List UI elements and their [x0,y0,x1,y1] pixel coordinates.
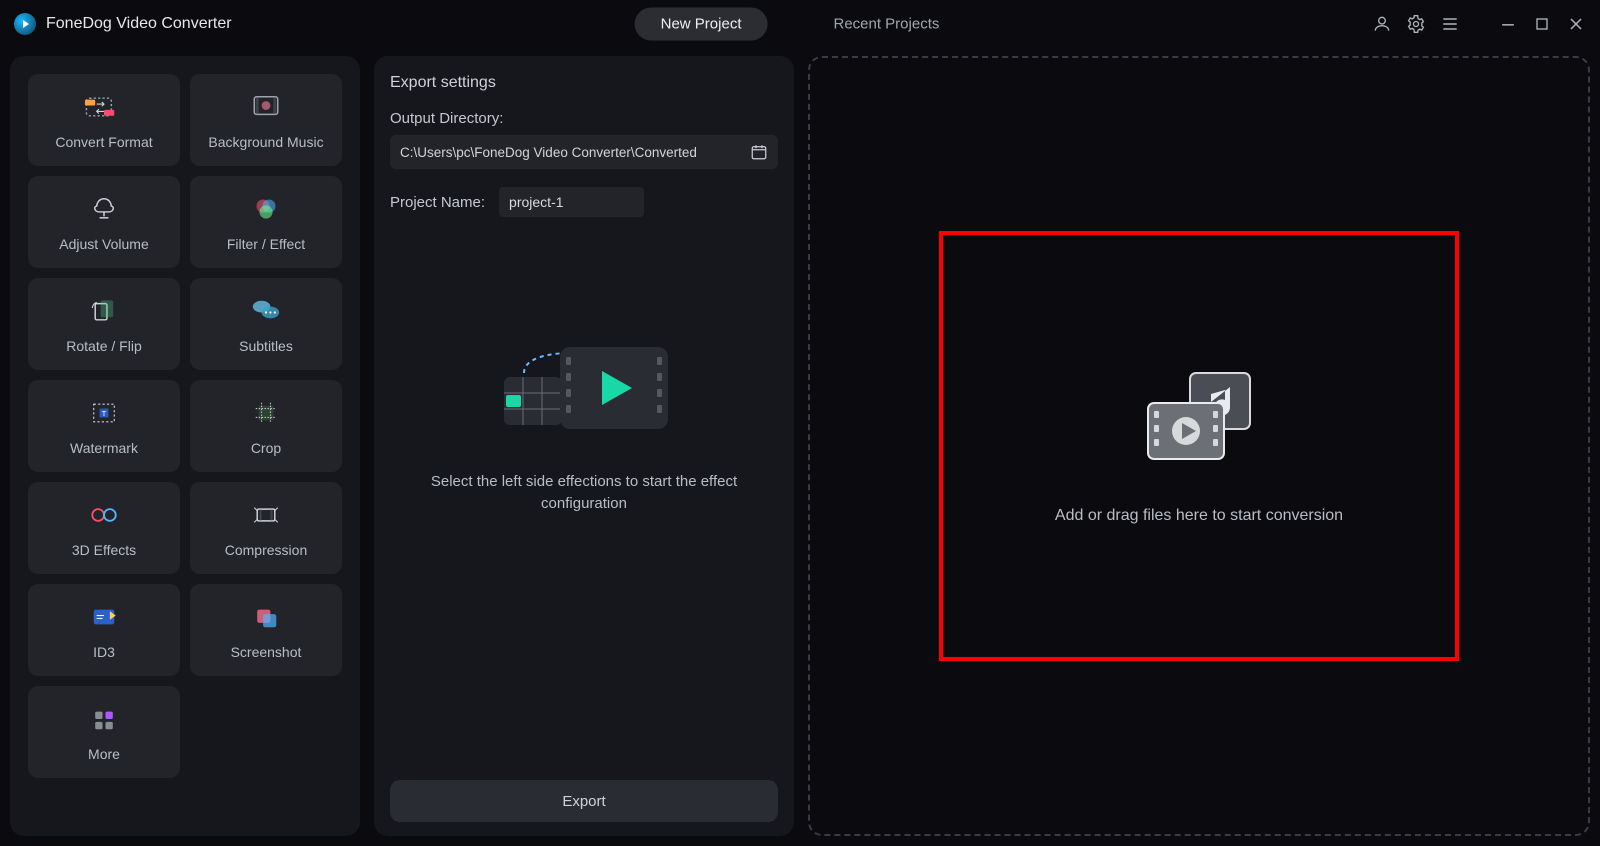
account-icon[interactable] [1372,14,1392,34]
tool-background-music[interactable]: Background Music [190,74,342,166]
app-logo-icon [14,13,36,35]
tool-3d-effects[interactable]: 3D Effects [28,482,180,574]
effect-config-illustration [390,327,778,447]
adjust-volume-icon [82,192,126,226]
effect-config-hint: Select the left side effections to start… [390,471,778,515]
tool-compression[interactable]: Compression [190,482,342,574]
3d-effects-icon [82,498,126,532]
output-directory-field[interactable]: C:\Users\pc\FoneDog Video Converter\Conv… [390,135,778,169]
tool-label: 3D Effects [72,542,136,558]
export-settings-title: Export settings [390,74,778,92]
tools-sidebar: Convert Format Background Music Adjust V… [10,56,360,836]
output-directory-value: C:\Users\pc\FoneDog Video Converter\Conv… [400,145,742,160]
convert-format-icon [82,90,126,124]
drop-panel[interactable]: Add or drag files here to start conversi… [808,56,1590,836]
tool-convert-format[interactable]: Convert Format [28,74,180,166]
project-name-input[interactable]: project-1 [499,187,644,217]
tool-label: Background Music [208,134,323,150]
project-name-row: Project Name: project-1 [390,187,778,217]
hamburger-menu-icon[interactable] [1440,14,1460,34]
tool-filter-effect[interactable]: Filter / Effect [190,176,342,268]
minimize-icon[interactable] [1498,14,1518,34]
more-icon [82,702,126,736]
watermark-icon: T [82,396,126,430]
title-bar: FoneDog Video Converter New Project Rece… [0,0,1600,48]
main-area: Convert Format Background Music Adjust V… [10,56,1590,836]
tool-label: Convert Format [55,134,152,150]
crop-icon [244,396,288,430]
compression-icon [244,498,288,532]
maximize-icon[interactable] [1532,14,1552,34]
app-title: FoneDog Video Converter [46,15,232,33]
tool-label: Compression [225,542,307,558]
tabs-container: New Project Recent Projects [635,8,966,41]
tool-label: Crop [251,440,281,456]
project-name-label: Project Name: [390,194,485,211]
drop-files-icon [1134,367,1264,467]
subtitles-icon [244,294,288,328]
tool-screenshot[interactable]: Screenshot [190,584,342,676]
tool-label: Filter / Effect [227,236,305,252]
drop-highlight-box[interactable]: Add or drag files here to start conversi… [939,231,1459,661]
export-button[interactable]: Export [390,780,778,822]
tab-new-project[interactable]: New Project [635,8,768,41]
tool-label: Subtitles [239,338,293,354]
tool-label: Adjust Volume [59,236,149,252]
tool-label: Watermark [70,440,138,456]
background-music-icon [244,90,288,124]
browse-folder-icon[interactable] [750,143,768,161]
tool-rotate-flip[interactable]: Rotate / Flip [28,278,180,370]
tool-label: ID3 [93,644,115,660]
tab-recent-projects[interactable]: Recent Projects [807,8,965,41]
output-directory-label: Output Directory: [390,110,778,127]
tool-label: More [88,746,120,762]
screenshot-icon [244,600,288,634]
close-icon[interactable] [1566,14,1586,34]
app-logo-wrap: FoneDog Video Converter [14,13,232,35]
rotate-flip-icon [82,294,126,328]
tool-label: Rotate / Flip [66,338,141,354]
project-name-value: project-1 [509,194,563,210]
tool-id3[interactable]: ID3 [28,584,180,676]
tool-label: Screenshot [231,644,302,660]
export-button-label: Export [562,793,605,810]
tool-more[interactable]: More [28,686,180,778]
filter-effect-icon [244,192,288,226]
tool-watermark[interactable]: T Watermark [28,380,180,472]
tool-subtitles[interactable]: Subtitles [190,278,342,370]
svg-text:T: T [102,409,107,418]
top-right-controls [1372,0,1586,48]
export-settings-panel: Export settings Output Directory: C:\Use… [374,56,794,836]
tool-crop[interactable]: Crop [190,380,342,472]
tool-adjust-volume[interactable]: Adjust Volume [28,176,180,268]
id3-icon [82,600,126,634]
gear-icon[interactable] [1406,14,1426,34]
drop-hint-text: Add or drag files here to start conversi… [1055,507,1343,525]
